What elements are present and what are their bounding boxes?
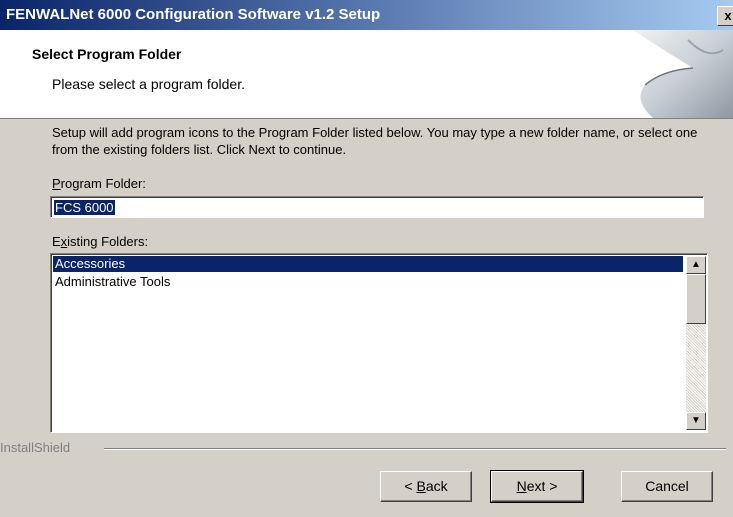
page-title: Select Program Folder xyxy=(32,46,182,62)
scroll-up-button[interactable]: ▲ xyxy=(686,256,706,274)
vertical-scrollbar[interactable]: ▲ ▼ xyxy=(686,256,706,430)
title-bar: FENWALNet 6000 Configuration Software v1… xyxy=(0,0,733,30)
next-button[interactable]: Next > xyxy=(490,470,584,503)
program-folder-input[interactable]: FCS 6000 xyxy=(50,196,704,218)
program-folder-label-rest: rogram Folder: xyxy=(60,176,146,191)
list-item[interactable]: Administrative Tools xyxy=(53,274,683,290)
page-subtitle: Please select a program folder. xyxy=(52,76,245,92)
next-button-accel: N xyxy=(516,478,527,494)
back-button-rest: ack xyxy=(425,478,448,494)
cancel-button[interactable]: Cancel xyxy=(621,471,713,502)
existing-folders-label-rest: isting Folders: xyxy=(67,234,149,249)
program-folder-label-accel: P xyxy=(52,176,61,191)
window-title: FENWALNet 6000 Configuration Software v1… xyxy=(6,6,381,23)
existing-folders-label: Existing Folders: xyxy=(52,234,148,249)
installshield-brand: InstallShield xyxy=(0,440,71,455)
list-item[interactable]: Accessories xyxy=(53,256,683,272)
scroll-down-button[interactable]: ▼ xyxy=(686,412,706,430)
next-button-rest: ext > xyxy=(526,478,558,494)
existing-folders-label-prefix: E xyxy=(52,234,61,249)
program-folder-label: Program Folder: xyxy=(52,176,146,191)
close-button[interactable]: x xyxy=(717,6,733,26)
page-curl-icon xyxy=(633,30,733,118)
back-button-accel: B xyxy=(416,478,426,494)
back-button-prefix: < xyxy=(404,478,417,494)
existing-folders-list[interactable]: Accessories Administrative Tools ▲ ▼ xyxy=(50,253,708,433)
program-folder-value[interactable]: FCS 6000 xyxy=(54,200,115,215)
wizard-header: Select Program Folder Please select a pr… xyxy=(0,30,733,119)
separator xyxy=(104,448,726,450)
back-button[interactable]: < Back xyxy=(380,471,472,502)
description-text: Setup will add program icons to the Prog… xyxy=(52,125,698,157)
scroll-thumb[interactable] xyxy=(686,274,706,324)
